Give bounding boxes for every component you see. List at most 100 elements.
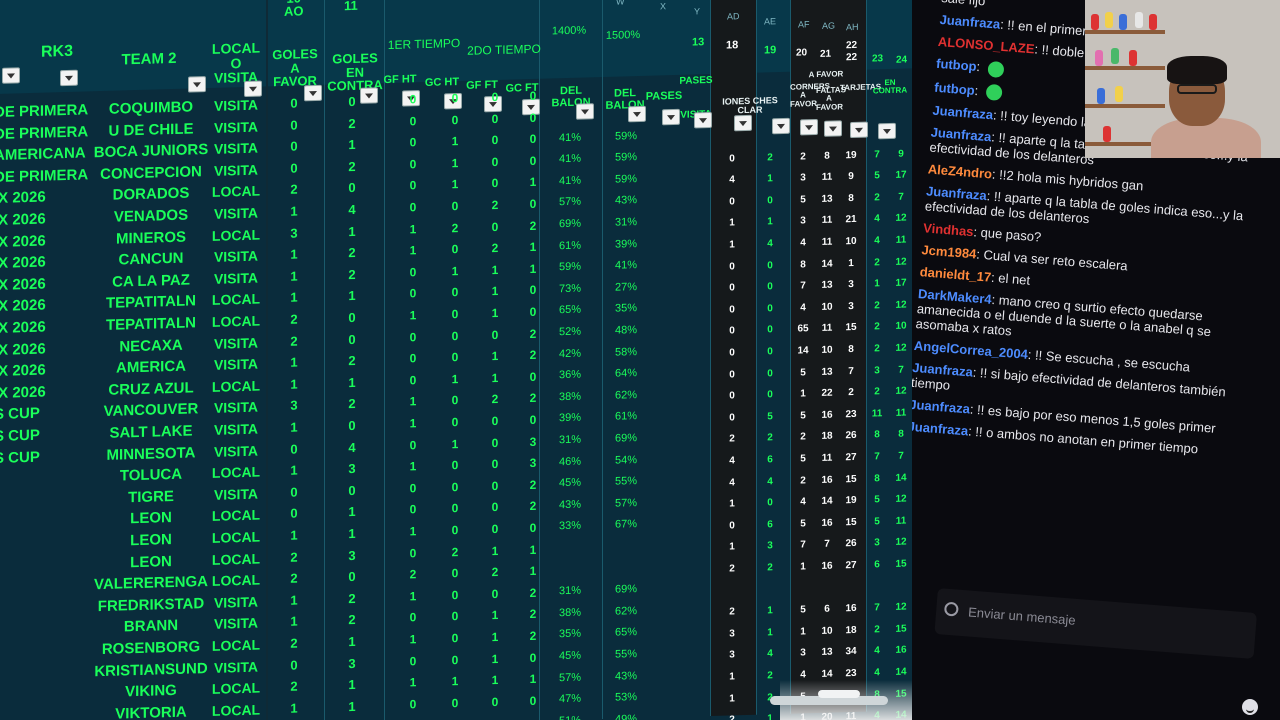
cell-c6[interactable]: 7 (866, 602, 888, 614)
cell-c6[interactable]: 7 (866, 451, 888, 463)
cell-c1[interactable]: 0 (720, 347, 744, 359)
cell-c3[interactable]: 2 (792, 431, 814, 443)
cell-rk3[interactable]: IX 2026 (0, 361, 90, 380)
cell-gfft[interactable]: 0 (480, 522, 510, 537)
cell-gfft[interactable]: 1 (480, 284, 510, 299)
cell-c2[interactable]: 4 (758, 648, 782, 660)
cell-c1[interactable]: 1 (720, 693, 744, 705)
cell-c5[interactable]: 21 (840, 214, 862, 226)
cell-c6[interactable]: 2 (866, 257, 888, 269)
cell-c4[interactable]: 11 (816, 323, 838, 335)
cell-lv[interactable]: VISITA (210, 248, 262, 265)
cell-gfht[interactable]: 0 (398, 653, 428, 668)
cell-c3[interactable]: 5 (792, 518, 814, 530)
cell-team[interactable]: VANCOUVER (92, 400, 210, 421)
filter-button[interactable] (2, 67, 20, 84)
cell-team[interactable]: SALT LAKE (92, 422, 210, 442)
cell-pos1[interactable]: 33% (550, 520, 590, 533)
cell-c6[interactable]: 6 (866, 559, 888, 571)
cell-c6[interactable]: 2 (866, 624, 888, 636)
cell-c4[interactable]: 13 (816, 366, 838, 378)
cell-team[interactable]: ROSENBORG (92, 638, 210, 658)
cell-pos1[interactable]: 36% (550, 369, 590, 382)
cell-c1[interactable]: 4 (720, 477, 744, 489)
cell-rk3[interactable]: IX 2026 (0, 317, 90, 337)
cell-gcft[interactable]: 0 (518, 521, 548, 536)
cell-c2[interactable]: 0 (758, 389, 782, 401)
cell-c4[interactable]: 16 (816, 560, 838, 572)
cell-team[interactable]: TEPATITALN (92, 314, 210, 334)
cell-c1[interactable]: 1 (720, 239, 744, 251)
cell-team[interactable]: VENADOS (92, 206, 210, 226)
cell-rk3[interactable] (0, 641, 90, 644)
cell-pos2[interactable]: 55% (606, 648, 646, 661)
cell-pos2[interactable]: 61% (606, 410, 646, 423)
cell-c6[interactable]: 5 (866, 516, 888, 528)
cell-gf[interactable]: 2 (274, 678, 314, 694)
cell-gcht[interactable]: 0 (440, 566, 470, 581)
cell-c4[interactable]: 10 (816, 301, 838, 313)
cell-gf[interactable]: 2 (274, 333, 314, 349)
cell-c7[interactable]: 12 (890, 537, 912, 549)
cell-rk3[interactable]: IX 2026 (0, 296, 90, 315)
cell-c6[interactable]: 2 (866, 321, 888, 333)
cell-gf[interactable]: 1 (274, 592, 314, 608)
cell-gcft[interactable]: 0 (518, 89, 548, 104)
cell-c2[interactable]: 2 (758, 432, 782, 444)
cell-c5[interactable]: 8 (840, 344, 862, 356)
cell-c4[interactable]: 13 (816, 647, 838, 659)
cell-pos2[interactable]: 49% (606, 713, 646, 720)
cell-lv[interactable]: LOCAL (210, 377, 262, 394)
cell-gcft[interactable]: 0 (518, 305, 548, 320)
cell-gfht[interactable]: 0 (398, 178, 428, 193)
cell-team[interactable]: NECAXA (92, 336, 210, 356)
cell-c7[interactable]: 15 (890, 623, 912, 635)
cell-gc[interactable]: 1 (332, 525, 372, 541)
cell-gc[interactable]: 2 (332, 590, 372, 606)
cell-c1[interactable]: 2 (720, 563, 744, 575)
cell-c7[interactable]: 14 (890, 472, 912, 484)
cell-c2[interactable]: 0 (758, 303, 782, 315)
cell-rk3[interactable]: DE PRIMERA (0, 166, 90, 186)
cell-team[interactable]: TOLUCA (92, 465, 210, 485)
cell-c4[interactable]: 14 (816, 496, 838, 508)
cell-gcft[interactable]: 2 (518, 218, 548, 233)
cell-c1[interactable]: 0 (720, 369, 744, 381)
cell-c3[interactable]: 5 (792, 604, 814, 616)
cell-c5[interactable]: 3 (840, 301, 862, 313)
cell-lv[interactable]: LOCAL (210, 680, 262, 697)
cell-pos1[interactable]: 65% (550, 304, 590, 317)
cell-c7[interactable]: 12 (890, 494, 912, 506)
cell-c5[interactable]: 18 (840, 625, 862, 637)
cell-c7[interactable]: 12 (890, 602, 912, 614)
cell-gfft[interactable]: 1 (480, 543, 510, 558)
cell-pos2[interactable]: 59% (606, 173, 646, 186)
cell-lv[interactable]: VISITA (210, 442, 262, 459)
cell-c2[interactable]: 1 (758, 173, 782, 185)
cell-c2[interactable] (758, 584, 782, 585)
cell-pos1[interactable]: 41% (550, 153, 590, 166)
cell-gfht[interactable]: 0 (398, 545, 428, 560)
cell-gfht[interactable]: 1 (398, 589, 428, 604)
cell-c7[interactable]: 16 (890, 645, 912, 657)
cell-lv[interactable]: LOCAL (210, 226, 262, 243)
cell-rk3[interactable] (0, 469, 90, 472)
cell-c3[interactable]: 5 (792, 367, 814, 379)
cell-c6[interactable]: 4 (866, 645, 888, 657)
cell-c7[interactable] (890, 580, 912, 581)
cell-c5[interactable]: 23 (840, 668, 862, 680)
cell-gf[interactable]: 0 (274, 657, 314, 673)
chat-username[interactable]: danieldt_17 (919, 264, 991, 285)
cell-gcft[interactable]: 3 (518, 456, 548, 471)
cell-gfht[interactable]: 1 (398, 459, 428, 474)
cell-c2[interactable]: 2 (758, 562, 782, 574)
cell-c1[interactable]: 1 (720, 498, 744, 510)
cell-gcht[interactable]: 1 (440, 264, 470, 279)
cell-c5[interactable]: 15 (840, 322, 862, 334)
cell-gcht[interactable]: 2 (440, 544, 470, 559)
cell-gf[interactable]: 3 (274, 397, 314, 413)
cell-c4[interactable]: 13 (816, 193, 838, 205)
cell-gcft[interactable]: 3 (518, 434, 548, 449)
cell-c3[interactable]: 1 (792, 561, 814, 573)
cell-c5[interactable]: 1 (840, 257, 862, 269)
